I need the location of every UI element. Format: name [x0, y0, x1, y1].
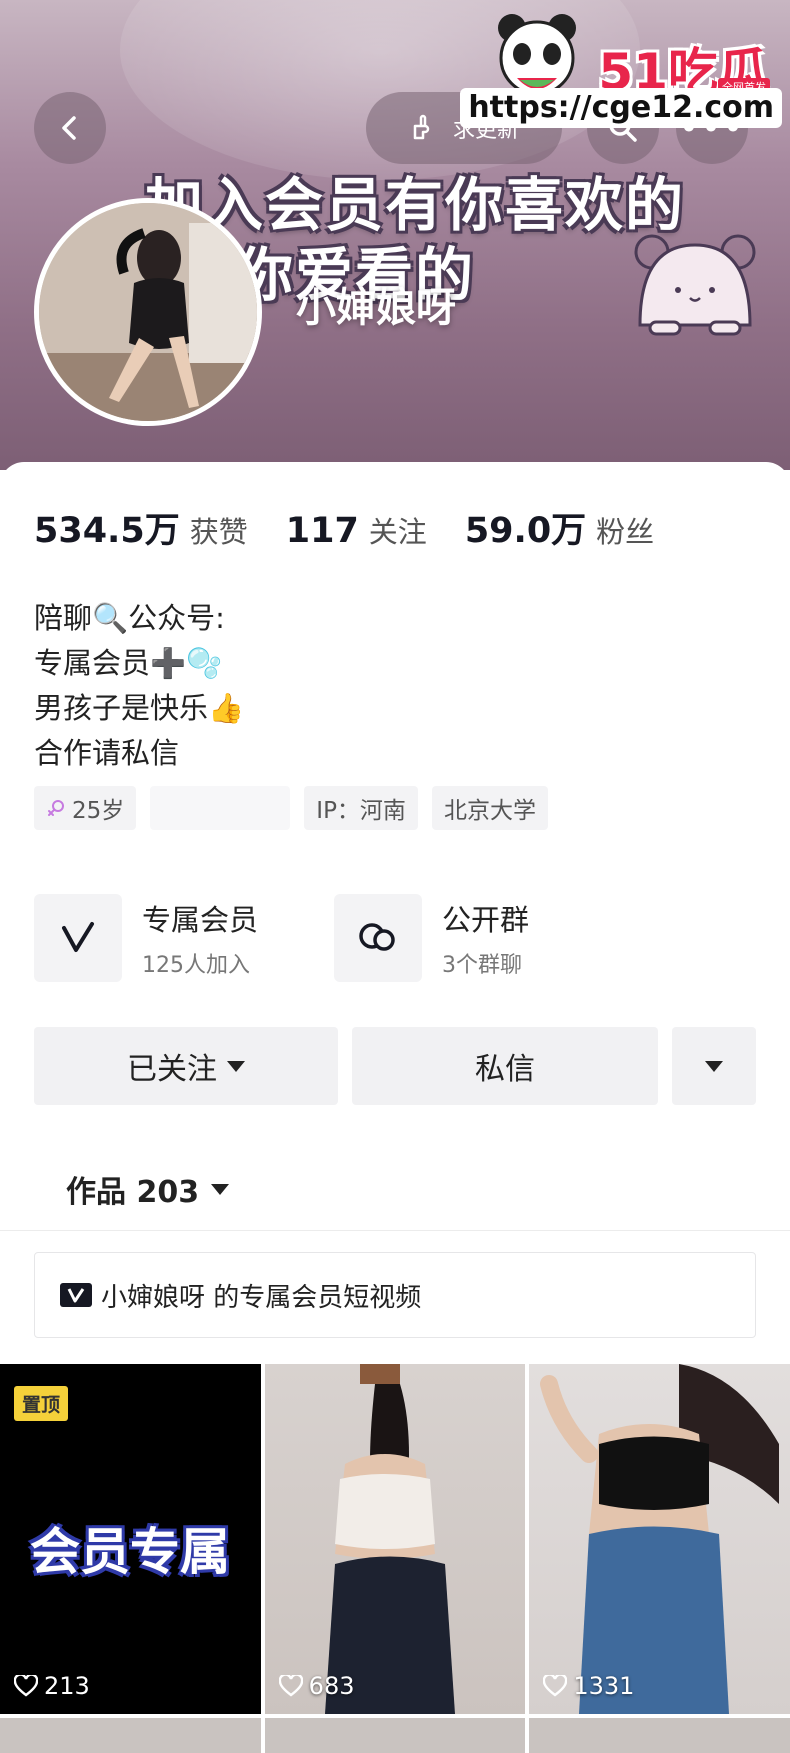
video-likes: 1331 — [543, 1672, 634, 1700]
heart-icon — [14, 1675, 38, 1697]
ip-tag: IP：河南 — [304, 786, 418, 830]
profile-card: 534.5万 获赞 117 关注 59.0万 粉丝 陪聊🔍公众号: 专属会员➕🫧… — [0, 462, 790, 1753]
video-tile[interactable] — [529, 1718, 790, 1753]
stat-followers-count: 59.0万 — [464, 511, 587, 551]
message-button[interactable]: 私信 — [352, 1027, 658, 1105]
school-tag[interactable]: 北京大学 — [431, 786, 548, 830]
avatar[interactable] — [34, 198, 262, 426]
school-label: 北京大学 — [443, 798, 536, 824]
video-likes-count: 1331 — [573, 1672, 635, 1700]
stat-following-count: 117 — [285, 511, 359, 551]
caret-down-icon — [705, 1060, 723, 1072]
bio-line: 合作请私信 — [34, 736, 180, 770]
video-tile[interactable]: 置顶 会员专属 213 — [0, 1364, 261, 1714]
video-thumbnail — [324, 1364, 455, 1714]
profile-stats: 534.5万 获赞 117 关注 59.0万 粉丝 — [34, 502, 692, 553]
profile-tags: 25岁 IP：河南 北京大学 — [34, 786, 548, 830]
member-videos-text: 小婶娘呀 的专属会员短视频 — [101, 1282, 422, 1313]
stat-following-label: 关注 — [368, 515, 427, 549]
chat-bubbles-icon — [359, 923, 395, 951]
stat-likes-count: 534.5万 — [34, 511, 180, 551]
hand-pointer-icon — [413, 114, 430, 140]
watermark-url: https://cge12.com — [460, 88, 782, 128]
stat-likes-label: 获赞 — [189, 515, 248, 549]
nickname: 小婶娘呀 — [296, 285, 456, 331]
works-tab-label: 作品 203 — [66, 1175, 200, 1210]
public-group-entry[interactable]: 公开群 3个群聊 — [334, 894, 634, 982]
pinned-badge: 置顶 — [14, 1386, 69, 1421]
video-grid-next-row — [0, 1718, 790, 1753]
video-likes: 683 — [278, 1672, 355, 1700]
bio: 陪聊🔍公众号: 专属会员➕🫧 男孩子是快乐👍 合作请私信 — [34, 596, 244, 776]
female-icon — [48, 800, 64, 816]
stat-likes: 534.5万 获赞 — [34, 502, 248, 553]
stat-following[interactable]: 117 关注 — [286, 509, 427, 551]
more-actions-dropdown[interactable] — [672, 1027, 756, 1105]
v-logo-icon — [62, 922, 94, 952]
video-tile[interactable] — [264, 1718, 526, 1753]
video-tile[interactable] — [0, 1718, 261, 1753]
ip-label: IP：河南 — [316, 798, 406, 824]
video-likes: 213 — [14, 1672, 90, 1700]
tab-works[interactable]: 作品 203 — [66, 1167, 230, 1211]
followed-label: 已关注 — [127, 1052, 217, 1087]
membership-subtitle: 125人加入 — [142, 953, 250, 978]
group-title: 公开群 — [442, 903, 530, 937]
heart-icon — [278, 1675, 303, 1697]
panda-sticker — [634, 234, 756, 336]
feature-entries: 专属会员 125人加入 公开群 3个群聊 — [34, 894, 634, 982]
avatar-photo — [39, 203, 257, 421]
stat-followers-label: 粉丝 — [596, 515, 655, 549]
blurred-tag — [150, 786, 291, 830]
group-icon-box — [334, 894, 422, 982]
bio-line: 陪聊🔍公众号: — [34, 601, 225, 635]
group-subtitle: 3个群聊 — [442, 953, 522, 978]
video-likes-count: 683 — [308, 1672, 355, 1700]
video-likes-count: 213 — [44, 1672, 90, 1700]
age-label: 25岁 — [72, 798, 125, 824]
chevron-left-icon — [62, 116, 76, 140]
video-thumbnail — [540, 1364, 780, 1714]
followed-button[interactable]: 已关注 — [34, 1027, 338, 1105]
membership-icon-box — [34, 894, 122, 982]
back-button[interactable] — [34, 92, 106, 164]
video-play-icon — [60, 1283, 92, 1307]
exclusive-membership-entry[interactable]: 专属会员 125人加入 — [34, 894, 334, 982]
stat-followers[interactable]: 59.0万 粉丝 — [465, 502, 654, 553]
age-tag: 25岁 — [34, 786, 137, 830]
profile-actions: 已关注 私信 — [34, 1027, 756, 1105]
membership-title: 专属会员 — [142, 903, 259, 937]
heart-icon — [543, 1675, 568, 1697]
bio-line: 专属会员➕🫧 — [34, 646, 223, 680]
video-tile[interactable]: 683 — [264, 1364, 526, 1714]
bio-line: 男孩子是快乐👍 — [34, 691, 245, 725]
video-cover-title: 会员专属 — [30, 1523, 230, 1581]
member-videos-bar[interactable]: 小婶娘呀 的专属会员短视频 — [34, 1252, 756, 1338]
caret-down-icon — [211, 1183, 230, 1195]
site-watermark: 51吃瓜 全网首发 https://cge12.com — [460, 8, 782, 128]
video-tile[interactable]: 1331 — [529, 1364, 790, 1714]
message-label: 私信 — [475, 1052, 535, 1087]
tab-divider — [0, 1230, 790, 1231]
caret-down-icon — [227, 1060, 245, 1072]
video-grid: 置顶 会员专属 213 683 1331 — [0, 1364, 790, 1714]
